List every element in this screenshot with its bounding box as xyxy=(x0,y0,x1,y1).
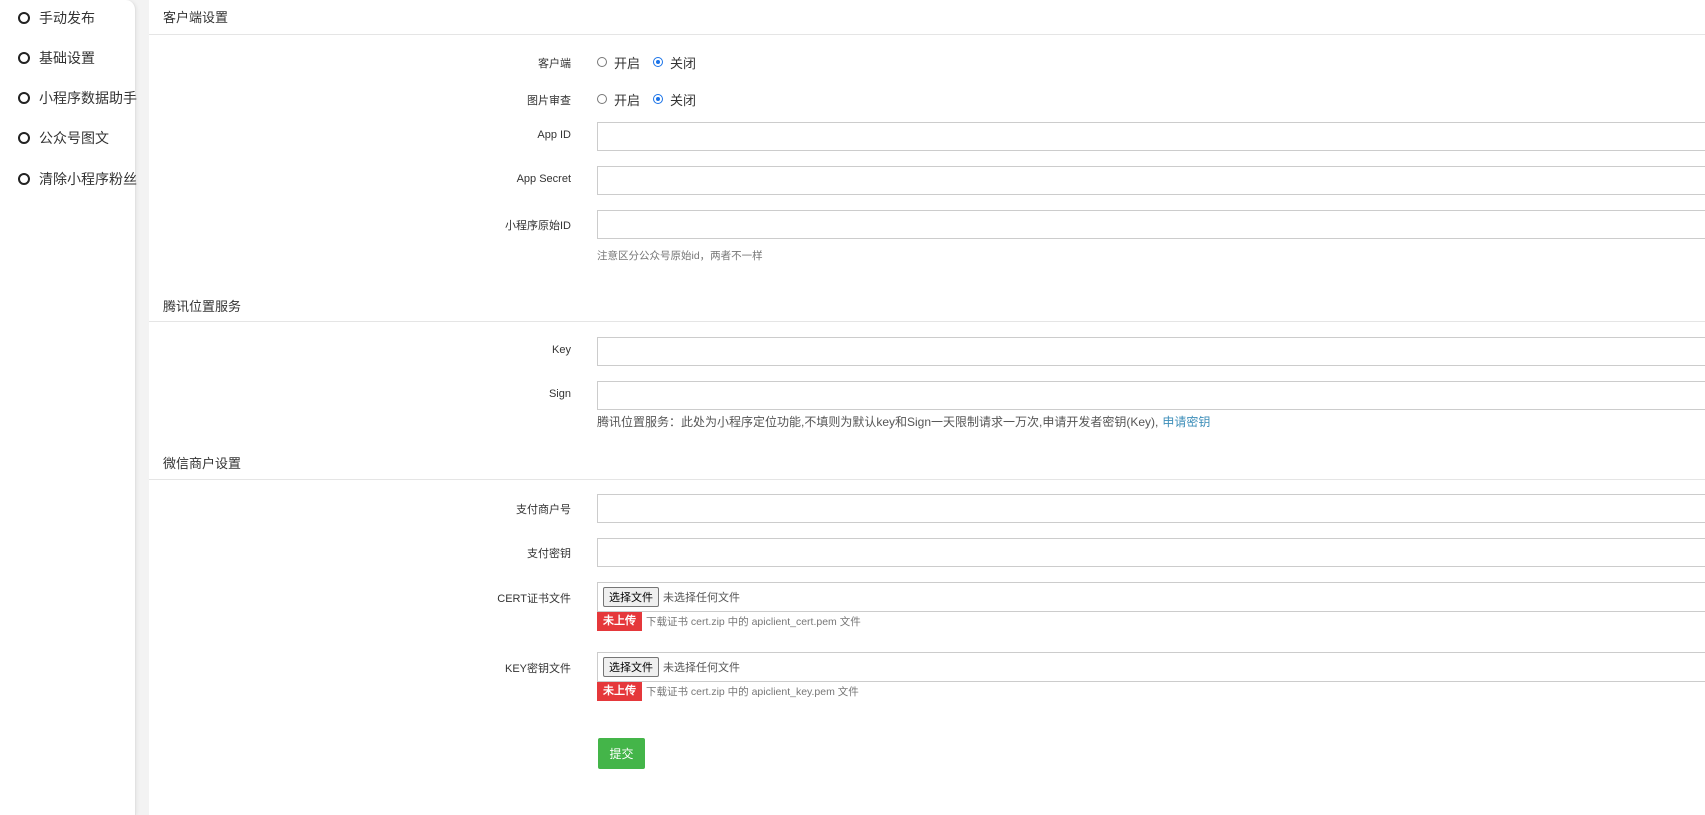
image-review-radio-off[interactable] xyxy=(653,94,664,104)
section-divider xyxy=(149,34,1705,35)
circle-icon xyxy=(18,52,30,64)
submit-button[interactable]: 提交 xyxy=(598,738,645,769)
tencent-help: 腾讯位置服务：此处为小程序定位功能,不填则为默认key和Sign一天限制请求一万… xyxy=(597,413,1210,430)
key-file-status: 未选择任何文件 xyxy=(663,662,740,674)
client-radio-off[interactable] xyxy=(653,57,664,67)
key-upload-status: 未上传 下载证书 cert.zip 中的 apiclient_key.pem 文… xyxy=(597,682,859,701)
sidebar-item-data-assistant[interactable]: 小程序数据助手 xyxy=(18,88,137,108)
sidebar-item-manual-publish[interactable]: 手动发布 xyxy=(18,8,95,28)
circle-icon xyxy=(18,12,30,24)
sidebar-item-clear-fans[interactable]: 清除小程序粉丝 xyxy=(18,169,137,189)
client-radio-on-label[interactable]: 开启 xyxy=(614,53,640,72)
app-id-input[interactable] xyxy=(597,122,1705,151)
merchant-id-label: 支付商户号 xyxy=(516,504,571,516)
app-secret-input[interactable] xyxy=(597,166,1705,195)
cert-file-input[interactable]: 选择文件 未选择任何文件 xyxy=(597,582,1705,612)
image-review-label: 图片审查 xyxy=(527,95,571,107)
tencent-help-text: 腾讯位置服务：此处为小程序定位功能,不填则为默认key和Sign一天限制请求一万… xyxy=(597,415,1159,429)
main-panel: 客户端设置 客户端 开启 关闭 图片审查 开启 关闭 App ID App Se… xyxy=(149,0,1705,815)
original-id-help: 注意区分公众号原始id，两者不一样 xyxy=(597,250,763,262)
sidebar-item-basic-settings[interactable]: 基础设置 xyxy=(18,48,95,68)
image-review-radio-on-label[interactable]: 开启 xyxy=(614,90,640,109)
sidebar-item-label: 基础设置 xyxy=(39,50,95,66)
key-label: Key xyxy=(552,344,571,356)
pay-key-label: 支付密钥 xyxy=(527,548,571,560)
app-secret-label: App Secret xyxy=(516,173,571,185)
section-title-client: 客户端设置 xyxy=(163,10,229,25)
app-id-label: App ID xyxy=(537,129,571,141)
section-divider xyxy=(149,321,1705,322)
sidebar-item-label: 手动发布 xyxy=(39,10,95,26)
circle-icon xyxy=(18,92,30,104)
circle-icon xyxy=(18,132,30,144)
sidebar-item-label: 公众号图文 xyxy=(39,130,109,146)
image-review-radio-on[interactable] xyxy=(597,94,607,104)
sidebar-item-official-articles[interactable]: 公众号图文 xyxy=(18,128,109,148)
image-review-radio-off-label[interactable]: 关闭 xyxy=(670,90,696,109)
client-label: 客户端 xyxy=(538,58,571,70)
client-radio-group: 开启 关闭 xyxy=(597,53,709,71)
key-file-input[interactable]: 选择文件 未选择任何文件 xyxy=(597,652,1705,682)
sign-input[interactable] xyxy=(597,381,1705,410)
key-not-uploaded-badge: 未上传 xyxy=(597,682,642,701)
cert-not-uploaded-badge: 未上传 xyxy=(597,612,642,631)
section-title-tencent: 腾讯位置服务 xyxy=(163,299,242,314)
cert-note: 下载证书 cert.zip 中的 apiclient_cert.pem 文件 xyxy=(646,616,861,628)
client-radio-on[interactable] xyxy=(597,57,607,67)
key-file-label: KEY密钥文件 xyxy=(504,663,571,675)
key-choose-file-button[interactable]: 选择文件 xyxy=(603,657,659,677)
cert-file-label: CERT证书文件 xyxy=(497,593,571,605)
cert-choose-file-button[interactable]: 选择文件 xyxy=(603,587,659,607)
merchant-id-input[interactable] xyxy=(597,494,1705,523)
pay-key-input[interactable] xyxy=(597,538,1705,567)
sidebar-item-label: 小程序数据助手 xyxy=(39,90,137,106)
circle-icon xyxy=(18,173,30,185)
client-radio-off-label[interactable]: 关闭 xyxy=(670,53,696,72)
section-divider xyxy=(149,479,1705,480)
apply-key-link[interactable]: 申请密钥 xyxy=(1162,415,1210,429)
sidebar: 手动发布 基础设置 小程序数据助手 公众号图文 清除小程序粉丝 xyxy=(0,0,137,815)
original-id-input[interactable] xyxy=(597,210,1705,239)
cert-upload-status: 未上传 下载证书 cert.zip 中的 apiclient_cert.pem … xyxy=(597,612,861,631)
section-title-wechat: 微信商户设置 xyxy=(163,456,242,471)
original-id-label: 小程序原始ID xyxy=(505,220,571,232)
key-input[interactable] xyxy=(597,337,1705,366)
sign-label: Sign xyxy=(548,388,571,400)
cert-file-status: 未选择任何文件 xyxy=(663,592,740,604)
image-review-radio-group: 开启 关闭 xyxy=(597,90,709,108)
key-note: 下载证书 cert.zip 中的 apiclient_key.pem 文件 xyxy=(646,686,859,698)
sidebar-item-label: 清除小程序粉丝 xyxy=(39,171,137,187)
